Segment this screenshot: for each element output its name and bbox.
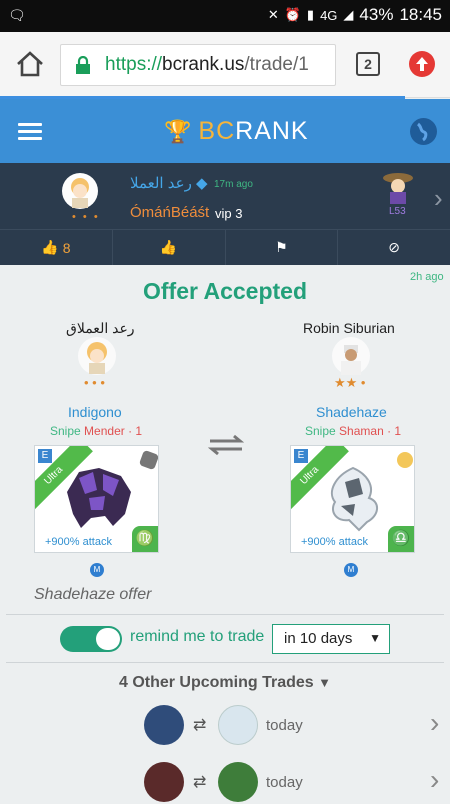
user-name[interactable]: رعد العملا ◆ xyxy=(130,174,208,192)
battery-percent: 43% xyxy=(359,5,394,24)
alarm-icon: ⏰ xyxy=(284,7,301,22)
user-avatar[interactable] xyxy=(62,173,98,209)
monster-thumb xyxy=(218,762,258,802)
left-monster-badge: M xyxy=(90,563,104,577)
chevron-right-icon[interactable]: › xyxy=(430,764,439,796)
mute-icon: ✕ xyxy=(267,7,279,22)
like-count: 8 xyxy=(62,239,71,256)
partner-name[interactable]: ÓmáńBéáśt xyxy=(130,204,209,221)
right-player-name[interactable]: Robin Siburian xyxy=(303,320,395,336)
thumbs-up-icon: 👍 xyxy=(41,239,59,255)
thumbs-up-outline-icon: 👍 xyxy=(159,239,178,255)
left-monster-card[interactable]: E Ultra +900% attack ♍ xyxy=(34,445,159,553)
notification-icon: 🗨 xyxy=(8,7,26,23)
chevron-right-icon[interactable]: › xyxy=(430,707,439,739)
brand-logo[interactable]: 🏆 BCRANK xyxy=(164,117,309,146)
verified-icon: ◆ xyxy=(196,175,208,192)
url-text: https://bcrank.us/trade/1 xyxy=(105,54,309,75)
offer-label: Shadehaze offer xyxy=(34,586,152,603)
block-button[interactable]: ⊘ xyxy=(338,230,450,265)
chevron-right-icon[interactable]: › xyxy=(434,183,443,214)
remind-interval-value: in 10 days xyxy=(284,630,353,647)
flag-icon: ⚑ xyxy=(275,239,288,255)
monster-thumb xyxy=(218,705,258,745)
remind-label: remind me to trade xyxy=(130,628,265,645)
left-monster-bonus: +900% attack xyxy=(45,536,112,548)
status-bar: 🗨 ✕ ⏰ ▮ 4G ◢ 43% 18:45 xyxy=(0,0,450,32)
trade-status-title: Offer Accepted xyxy=(142,278,308,304)
list-item[interactable]: ⇄ today › xyxy=(0,703,450,749)
like-button[interactable]: 👍 xyxy=(113,230,226,265)
right-player-rank: ★★ • xyxy=(334,375,366,390)
virgo-icon: ♍ xyxy=(132,526,158,552)
browser-toolbar: https://bcrank.us/trade/1 2 xyxy=(0,32,450,98)
right-monster-name[interactable]: Shadehaze xyxy=(316,404,387,420)
left-monster-tags: Snipe Mender · 1 xyxy=(50,424,143,438)
partner-avatar[interactable] xyxy=(380,169,416,205)
element-icon: E xyxy=(294,449,308,463)
caret-down-icon: ▼ xyxy=(369,631,381,645)
monster-image xyxy=(330,466,378,532)
swap-arrows-icon xyxy=(208,434,244,456)
update-icon[interactable] xyxy=(409,51,435,77)
trade-user-strip[interactable]: • • • رعد العملا ◆ 17m ago ÓmáńBéáśt vip… xyxy=(0,163,450,229)
sim-icon: ▮ xyxy=(306,7,315,22)
left-player-avatar[interactable] xyxy=(78,337,116,375)
right-monster-bonus: +900% attack xyxy=(301,536,368,548)
strip-time: 17m ago xyxy=(214,179,253,190)
right-monster-card[interactable]: E Ultra +900% attack ♎ xyxy=(290,445,415,553)
upcoming-trades-toggle[interactable]: 4 Other Upcoming Trades ▼ xyxy=(0,674,450,692)
element-icon: E xyxy=(38,449,52,463)
upcoming-when: today xyxy=(266,774,303,791)
remind-toggle[interactable] xyxy=(60,626,122,652)
signal-icon: ◢ xyxy=(343,7,354,22)
address-bar[interactable]: https://bcrank.us/trade/1 xyxy=(60,44,336,86)
trophy-icon: 🏆 xyxy=(164,118,193,144)
light-icon xyxy=(397,452,413,468)
left-monster-name[interactable]: Indigono xyxy=(68,404,122,420)
right-player-avatar[interactable] xyxy=(332,337,370,375)
action-bar: 👍 8 👍 ⚑ ⊘ xyxy=(0,229,450,265)
divider xyxy=(6,614,444,615)
status-icons: ✕ ⏰ ▮ 4G ◢ 43% 18:45 xyxy=(268,5,442,25)
app-header: 🏆 BCRANK xyxy=(0,99,450,163)
right-monster-tags: Snipe Shaman · 1 xyxy=(305,424,402,438)
report-button[interactable]: ⚑ xyxy=(226,230,339,265)
block-icon: ⊘ xyxy=(388,239,400,255)
monster-thumb xyxy=(144,705,184,745)
swap-icon: ⇄ xyxy=(193,717,207,734)
partner-level: L53 xyxy=(389,206,406,217)
network-type: 4G xyxy=(320,7,338,23)
monster-thumb xyxy=(144,762,184,802)
user-rank-dots: • • • xyxy=(72,211,100,223)
caret-down-icon: ▼ xyxy=(318,675,332,690)
home-icon[interactable] xyxy=(14,48,46,80)
menu-icon[interactable] xyxy=(18,123,42,141)
divider xyxy=(6,662,444,663)
monster-image xyxy=(67,468,131,528)
vip-badge: vip 3 xyxy=(215,206,243,221)
libra-icon: ♎ xyxy=(388,526,414,552)
globe-icon[interactable] xyxy=(410,118,437,145)
upcoming-when: today xyxy=(266,717,303,734)
tab-count-button[interactable]: 2 xyxy=(356,52,380,76)
remind-interval-select[interactable]: in 10 days ▼ xyxy=(272,624,390,654)
left-player-rank: • • • xyxy=(84,375,105,390)
list-item[interactable]: ⇄ today › xyxy=(0,758,450,804)
like-count-button[interactable]: 👍 8 xyxy=(0,230,113,265)
left-player-name[interactable]: رعد العملاق xyxy=(66,320,135,337)
right-monster-badge: M xyxy=(344,563,358,577)
clock: 18:45 xyxy=(399,5,442,24)
lock-icon xyxy=(76,56,90,74)
rock-icon xyxy=(138,449,158,471)
swap-icon: ⇄ xyxy=(193,774,207,791)
